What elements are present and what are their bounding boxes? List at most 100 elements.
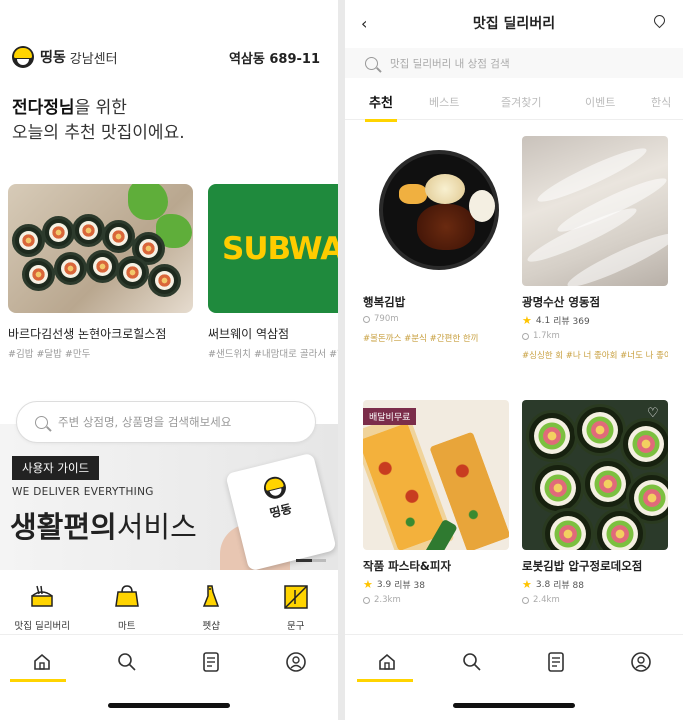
- card-brand-text: 띵동: [268, 501, 294, 521]
- home-screen: 띵동 강남센터 역삼동 689-11 전다정님을 위한 오늘의 추천 맛집이에요…: [0, 0, 338, 720]
- store-card[interactable]: 행복김밥 790m #볼돈까스 #분식 #간편한 한끼: [363, 136, 509, 344]
- tab-orders[interactable]: [191, 647, 231, 677]
- kimbap-image: [8, 184, 193, 313]
- recommend-card[interactable]: SUBWA 써브웨이 역삼점 #샌드위치 #내맘대로 골라서 #한 입: [208, 184, 338, 360]
- banner-headline: 생활편의서비스: [10, 504, 197, 546]
- store-rating: ★ 3.9 리뷰 38: [363, 578, 425, 591]
- store-distance: 790m: [363, 314, 509, 324]
- store-image: [522, 136, 668, 286]
- search-icon: [117, 653, 136, 671]
- store-search-input[interactable]: 맛집 딜리버리 내 상점 검색: [345, 48, 683, 78]
- user-name: 전다정님: [12, 98, 75, 118]
- petshop-icon: [194, 580, 228, 614]
- home-header: 띵동 강남센터 역삼동 689-11: [12, 44, 320, 70]
- free-delivery-badge: 배달비무료: [363, 408, 417, 425]
- orders-icon: [548, 652, 565, 672]
- brand-logo-icon: [261, 474, 289, 502]
- category-row: 맛집 딜리버리 마트 펫샵 문구: [0, 580, 338, 632]
- tab-recommend[interactable]: 추천: [365, 92, 397, 122]
- category-label: 펫샵: [202, 621, 220, 632]
- home-icon: [34, 653, 51, 670]
- tab-search[interactable]: [452, 647, 492, 677]
- guide-banner[interactable]: 사용자 가이드 WE DELIVER EVERYTHING 생활편의서비스 띵동: [0, 424, 338, 570]
- page-title: 맛집 딜리버리: [472, 16, 556, 32]
- tab-best[interactable]: 베스트: [429, 94, 459, 110]
- headline-light: 서비스: [116, 510, 197, 544]
- address-selector[interactable]: 역삼동 689-11: [229, 48, 320, 67]
- store-distance: 1.7km: [522, 331, 668, 341]
- greeting-suffix: 을 위한: [74, 98, 127, 118]
- store-card[interactable]: 광명수산 영동점 ★ 4.1 리뷰 369 1.7km #싱싱한 회 #나 너 좋…: [522, 136, 668, 361]
- store-distance: 2.3km: [363, 595, 509, 605]
- recommend-card[interactable]: 바르다김선생 논현아크로힐스점 #김밥 #달밥 #만두: [8, 184, 193, 360]
- active-tab-indicator: [357, 679, 413, 682]
- bottom-tab-bar: [345, 634, 683, 720]
- home-indicator: [453, 703, 575, 708]
- banner-pager: [296, 559, 326, 562]
- tab-home[interactable]: [367, 647, 407, 677]
- profile-icon: [630, 652, 651, 672]
- search-icon: [35, 415, 48, 429]
- search-icon: [365, 56, 378, 70]
- headline-bold: 생활편의: [10, 510, 117, 544]
- store-tags: #김밥 #달밥 #만두: [8, 349, 91, 360]
- store-tags: #싱싱한 회 #나 너 좋아회 #너도 나 좋아...: [522, 351, 668, 361]
- category-petshop[interactable]: 펫샵: [176, 580, 246, 632]
- store-tags: #볼돈까스 #분식 #간편한 한끼: [363, 334, 479, 344]
- mart-icon: [110, 580, 144, 614]
- center-name[interactable]: 강남센터: [70, 48, 118, 67]
- greeting: 전다정님을 위한 오늘의 추천 맛집이에요.: [12, 96, 185, 146]
- tab-korean[interactable]: 한식: [651, 94, 671, 110]
- search-placeholder: 맛집 딜리버리 내 상점 검색: [390, 57, 510, 70]
- store-name: 써브웨이 역삼점: [208, 327, 290, 341]
- active-tab-indicator: [10, 679, 66, 682]
- store-distance: 2.4km: [522, 595, 668, 605]
- location-icon: [522, 332, 529, 340]
- greeting-line2: 오늘의 추천 맛집이에요.: [12, 123, 185, 143]
- guide-label: 사용자 가이드: [12, 456, 100, 480]
- brand-name: 띵동: [40, 50, 66, 66]
- category-label: 문구: [287, 621, 305, 632]
- location-pin-icon[interactable]: [651, 12, 668, 29]
- category-food-delivery[interactable]: 맛집 딜리버리: [7, 580, 77, 632]
- food-delivery-screen: ‹ 맛집 딜리버리 맛집 딜리버리 내 상점 검색 추천 베스트 즐겨찾기 이벤…: [345, 0, 683, 720]
- tab-favorites[interactable]: 즐겨찾기: [501, 94, 541, 110]
- location-icon: [522, 596, 529, 604]
- search-placeholder: 주변 상점명, 상품명을 검색해보세요: [58, 415, 232, 429]
- tab-search[interactable]: [107, 647, 147, 677]
- profile-icon: [285, 652, 306, 672]
- category-label: 마트: [118, 621, 136, 632]
- store-name: 작품 파스타&피자: [363, 559, 452, 573]
- search-icon: [462, 653, 481, 671]
- brand-logo-icon: [12, 46, 34, 68]
- location-icon: [363, 596, 370, 604]
- banner-tagline: WE DELIVER EVERYTHING: [12, 486, 154, 498]
- food-delivery-icon: [25, 580, 59, 614]
- subway-logo-image: SUBWA: [208, 184, 338, 313]
- store-card[interactable]: 배달비무료 작품 파스타&피자 ★ 3.9 리뷰 38 2.3km: [363, 400, 509, 605]
- tab-orders[interactable]: [536, 647, 576, 677]
- tab-profile[interactable]: [276, 647, 316, 677]
- star-icon: ★: [363, 578, 373, 591]
- search-input[interactable]: 주변 상점명, 상품명을 검색해보세요: [16, 401, 316, 443]
- category-mart[interactable]: 마트: [92, 580, 162, 632]
- tab-events[interactable]: 이벤트: [585, 94, 615, 110]
- store-tags: #샌드위치 #내맘대로 골라서 #한 입: [208, 349, 338, 360]
- tab-home[interactable]: [22, 647, 62, 677]
- back-icon[interactable]: ‹: [361, 14, 367, 33]
- home-icon: [379, 653, 396, 670]
- orders-icon: [203, 652, 220, 672]
- category-label: 맛집 딜리버리: [14, 621, 70, 632]
- star-icon: ★: [522, 578, 532, 591]
- store-image: ♡: [522, 400, 668, 550]
- category-stationery[interactable]: 문구: [261, 580, 331, 632]
- delivery-header: ‹ 맛집 딜리버리: [345, 10, 683, 36]
- store-rating: ★ 3.8 리뷰 88: [522, 578, 584, 591]
- store-image: 배달비무료: [363, 400, 509, 550]
- store-rating: ★ 4.1 리뷰 369: [522, 314, 590, 327]
- home-indicator: [108, 703, 230, 708]
- bottom-tab-bar: [0, 634, 338, 720]
- stationery-icon: [279, 580, 313, 614]
- store-card[interactable]: ♡ 로봇김밥 압구정로데오점 ★ 3.8 리뷰 88 2.4km: [522, 400, 668, 605]
- tab-profile[interactable]: [621, 647, 661, 677]
